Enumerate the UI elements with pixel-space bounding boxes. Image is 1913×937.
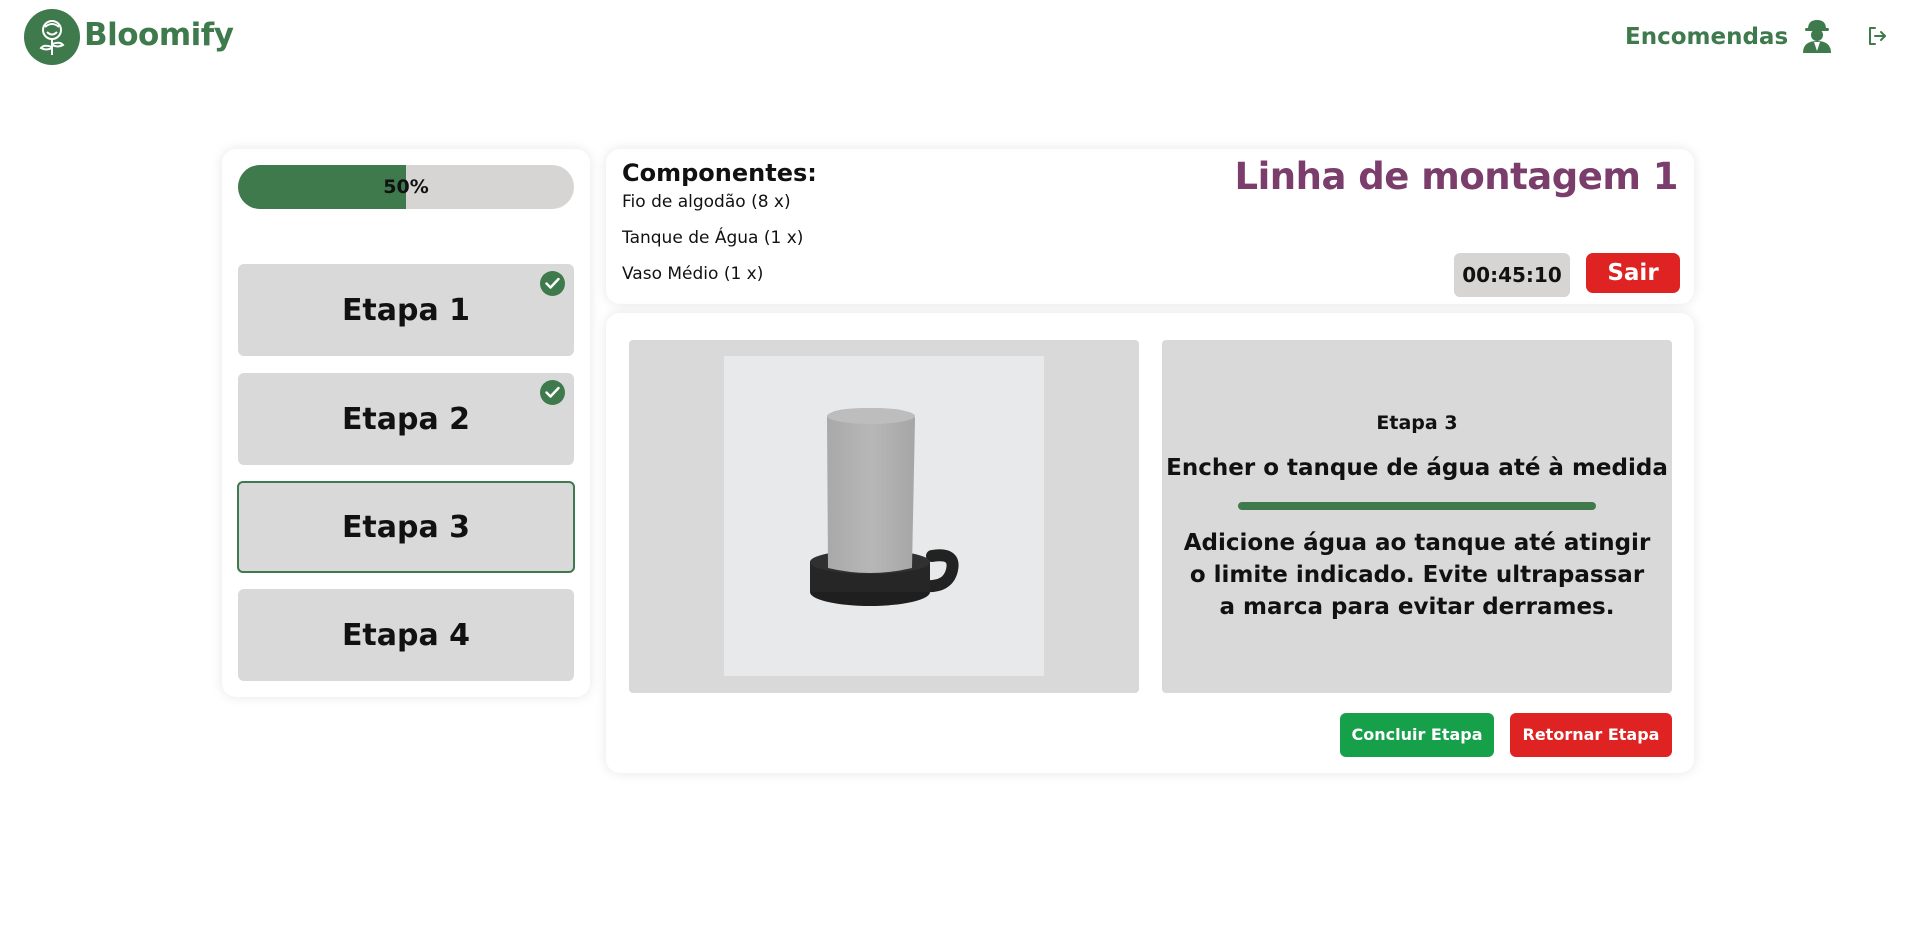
- step-2-button[interactable]: Etapa 2: [238, 373, 574, 465]
- step-image-frame: [629, 340, 1139, 693]
- step-4-button[interactable]: Etapa 4: [238, 589, 574, 681]
- step-1-button[interactable]: Etapa 1: [238, 264, 574, 356]
- progress-label: 50%: [383, 176, 429, 198]
- top-navbar: Bloomify Encomendas: [0, 0, 1913, 74]
- divider: [1238, 502, 1596, 510]
- step-3-label: Etapa 3: [341, 509, 471, 545]
- nav-orders-link[interactable]: Encomendas: [1625, 24, 1788, 50]
- finish-step-button[interactable]: Concluir Etapa: [1340, 713, 1494, 757]
- check-circle-icon: [540, 380, 565, 405]
- assembly-line-title: Linha de montagem 1: [1234, 155, 1679, 198]
- return-step-button[interactable]: Retornar Etapa: [1510, 713, 1672, 757]
- step-detail-panel: Etapa 3 Encher o tanque de água até à me…: [606, 313, 1694, 773]
- steps-panel: 50% Etapa 1 Etapa 2 Etapa 3 Etapa 4: [222, 149, 590, 697]
- current-step-subtitle: Encher o tanque de água até à medida: [1166, 455, 1668, 481]
- water-tank-image: [724, 356, 1044, 676]
- components-title: Componentes:: [622, 159, 817, 187]
- rose-logo-icon[interactable]: [24, 9, 80, 65]
- step-3-button[interactable]: Etapa 3: [237, 481, 575, 573]
- component-item: Tanque de Água (1 x): [622, 228, 804, 248]
- worker-icon[interactable]: [1800, 18, 1834, 58]
- step-4-label: Etapa 4: [341, 617, 471, 653]
- component-item: Fio de algodão (8 x): [622, 192, 791, 212]
- progress-bar: 50%: [238, 165, 574, 209]
- component-item: Vaso Médio (1 x): [622, 264, 764, 284]
- step-instructions: Etapa 3 Encher o tanque de água até à me…: [1162, 340, 1672, 693]
- components-panel: Componentes: Fio de algodão (8 x) Tanque…: [606, 149, 1694, 304]
- brand-name[interactable]: Bloomify: [84, 17, 234, 53]
- timer-display: 00:45:10: [1454, 253, 1570, 297]
- exit-button[interactable]: Sair: [1586, 253, 1680, 293]
- step-1-label: Etapa 1: [341, 292, 471, 328]
- current-step-description: Adicione água ao tanque até atingir o li…: [1183, 530, 1651, 620]
- logout-icon[interactable]: [1867, 26, 1887, 50]
- step-2-label: Etapa 2: [341, 401, 471, 437]
- current-step-heading: Etapa 3: [1376, 412, 1458, 434]
- check-circle-icon: [540, 271, 565, 296]
